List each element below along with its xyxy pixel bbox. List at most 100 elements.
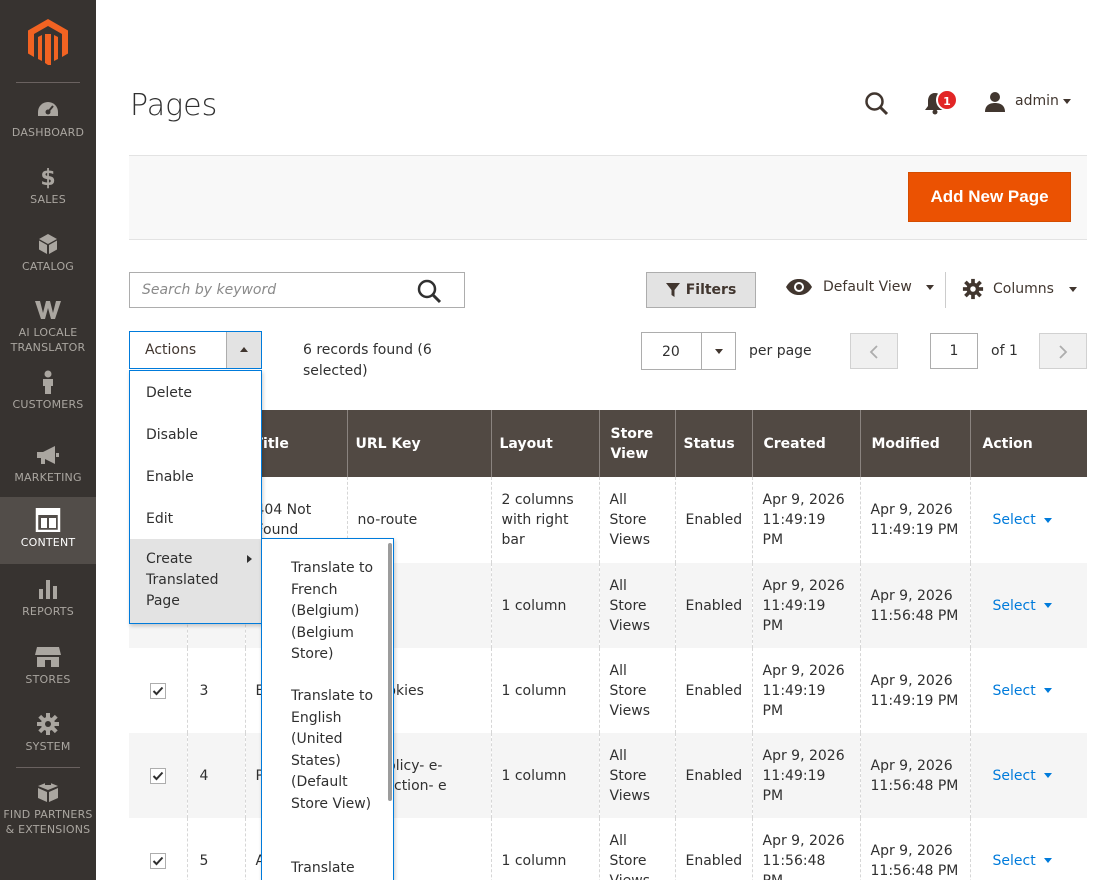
nav-ai-locale-translator[interactable]: AI LOCALE TRANSLATOR [0,298,96,358]
row-select-link[interactable]: Select [993,851,1052,871]
checkmark-icon [152,856,163,865]
row-store-view: All Store Views [598,648,675,733]
row-status: Enabled [674,477,752,563]
menu-item-disable[interactable]: Disable [130,425,261,446]
chevron-down-icon [1043,603,1052,608]
row-action-cell: Select [969,477,1087,563]
row-store-view: All Store Views [598,818,675,880]
filters-label: Filters [685,282,737,298]
row-checkbox[interactable] [149,767,166,784]
view-label: Default View [823,279,912,295]
row-select-cell[interactable] [129,733,187,818]
translate-submenu: Translate to French (Belgium) (Belgium S… [261,538,394,880]
row-created: Apr 9, 2026 11:49:19 PM [751,477,860,563]
row-checkbox[interactable] [149,682,166,699]
user-menu-chevron-down-icon[interactable] [1063,99,1071,104]
nav-reports[interactable]: REPORTS [0,577,96,629]
row-layout: 1 column [490,818,599,880]
cube-icon [39,234,57,254]
logo-divider [16,82,80,83]
menu-item-edit[interactable]: Edit [130,509,261,530]
row-created: Apr 9, 2026 11:56:48 PM [751,818,860,880]
admin-username[interactable]: admin [1015,93,1059,109]
nav-customers[interactable]: CUSTOMERS [0,370,96,422]
current-page-input[interactable]: 1 [930,333,978,369]
row-status: Enabled [674,818,752,880]
mass-actions-toggle[interactable] [226,332,261,368]
menu-item-create-translated-page[interactable]: Create Translated Page [130,539,261,623]
nav-marketing[interactable]: MARKETING [0,443,96,495]
create-translated-page-label: Create Translated Page [146,551,219,609]
row-select-cell[interactable] [129,818,187,880]
next-page-button[interactable] [1039,333,1087,369]
row-select-link[interactable]: Select [993,766,1052,786]
chevron-down-icon [1043,858,1052,863]
submenu-translate-en-us[interactable]: Translate to English (United States) (De… [291,686,381,815]
eye-icon [786,279,812,295]
checkmark-icon [152,686,163,695]
filters-button[interactable]: Filters [646,272,756,308]
row-select-cell[interactable] [129,648,187,733]
previous-page-button[interactable] [850,333,898,369]
submenu-translate-fr-be[interactable]: Translate to French (Belgium) (Belgium S… [291,558,381,666]
user-avatar-icon[interactable] [984,91,1006,113]
row-modified: Apr 9, 2026 11:56:48 PM [859,818,970,880]
col-header-modified[interactable]: Modified [859,410,970,477]
magento-logo-icon[interactable] [28,19,68,65]
add-new-page-button[interactable]: Add New Page [908,172,1071,222]
dashboard-icon [38,102,58,116]
gear-icon [962,278,984,300]
nav-divider [16,767,80,768]
nav-content[interactable]: CONTENT [0,497,96,564]
col-header-store-view[interactable]: Store View [598,410,675,477]
nav-system[interactable]: SYSTEM [0,712,96,764]
admin-sidebar: DASHBOARD $ SALES CATALOG AI LOCALE TRAN… [0,0,96,880]
view-selector[interactable]: Default View [785,278,934,296]
toolbar-divider [945,272,946,308]
chevron-right-icon [1059,345,1068,359]
person-icon [43,370,53,394]
nav-find-partners[interactable]: FIND PARTNERS & EXTENSIONS [0,780,96,840]
total-pages-label: of 1 [991,343,1018,359]
storefront-icon [35,647,61,667]
row-action-cell: Select [969,733,1087,818]
row-select-link[interactable]: Select [993,510,1052,530]
row-checkbox[interactable] [149,852,166,869]
checkmark-icon [152,771,163,780]
nav-dashboard[interactable]: DASHBOARD [0,98,96,150]
col-header-layout[interactable]: Layout [490,410,599,477]
submenu-scrollbar[interactable] [388,543,392,801]
col-header-status[interactable]: Status [674,410,752,477]
grid-header-row: Title URL Key Layout Store View Status C… [129,410,1087,477]
row-id: 5 [186,818,245,880]
search-submit-icon[interactable] [416,278,444,304]
per-page-select[interactable]: 20 [641,332,736,370]
gear-icon [37,713,59,735]
mass-actions-dropdown[interactable]: Actions [129,331,262,369]
records-found-text: 6 records found (6 selected) [303,342,432,379]
row-select-link[interactable]: Select [993,596,1052,616]
row-layout: 2 columns with right bar [490,477,599,563]
row-select-link[interactable]: Select [993,681,1052,701]
nav-sales[interactable]: $ SALES [0,165,96,217]
row-action-cell: Select [969,648,1087,733]
menu-item-enable[interactable]: Enable [130,467,261,488]
per-page-value: 20 [662,344,680,360]
view-chevron-down-icon [925,284,934,290]
per-page-toggle[interactable] [701,333,735,369]
nav-catalog[interactable]: CATALOG [0,232,96,284]
content-layout-icon [35,508,61,532]
nav-stores[interactable]: STORES [0,645,96,697]
col-header-url-key[interactable]: URL Key [346,410,491,477]
notification-count-badge[interactable]: 1 [936,89,958,111]
row-id: 3 [186,648,245,733]
chevron-down-icon [1043,517,1052,523]
columns-selector[interactable]: Columns [962,278,1077,300]
menu-item-delete[interactable]: Delete [130,383,261,404]
col-header-created[interactable]: Created [751,410,860,477]
row-layout: 1 column [490,648,599,733]
chevron-left-icon [869,345,878,359]
keyword-search-input[interactable] [130,273,400,307]
submenu-translate-more[interactable]: Translate [291,858,381,880]
global-search-icon[interactable] [864,91,890,117]
